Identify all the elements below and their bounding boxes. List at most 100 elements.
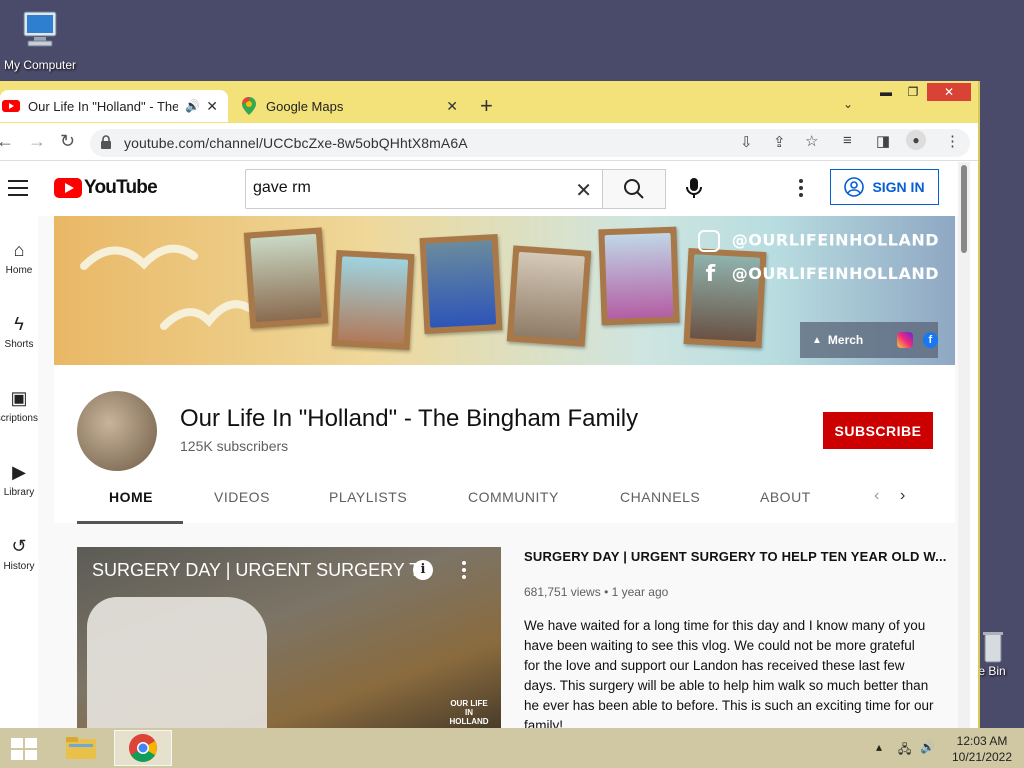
home-icon: ⌂ <box>13 240 25 260</box>
address-bar[interactable]: youtube.com/channel/UCCbcZxe-8w5obQHhtX8… <box>90 129 970 157</box>
browser-window: Our Life In "Holland" - The Bi 🔊 ✕ Googl… <box>0 81 980 728</box>
featured-video-player[interactable]: SURGERY DAY | URGENT SURGERY T... i OUR … <box>77 547 501 728</box>
chrome-taskbar-button[interactable] <box>114 730 172 766</box>
active-tab-indicator <box>77 521 183 524</box>
merch-link[interactable]: Merch <box>828 333 863 347</box>
side-panel-icon[interactable]: ◨ <box>876 132 890 150</box>
video-meta: 681,751 views • 1 year ago <box>524 585 668 599</box>
view-count: 681,751 views <box>524 585 601 599</box>
microphone-icon[interactable] <box>680 174 708 202</box>
search-input[interactable] <box>253 179 553 197</box>
maximize-button[interactable]: ❐ <box>902 83 924 101</box>
sidebar-item-subscriptions[interactable]: ▣ Subscriptions <box>0 388 38 424</box>
sidebar-item-history[interactable]: ↺ History <box>0 536 38 572</box>
channel-watermark: OUR LIFE IN HOLLAND <box>449 699 489 726</box>
tab-strip: Our Life In "Holland" - The Bi 🔊 ✕ Googl… <box>0 81 978 123</box>
forward-arrow-icon[interactable]: → <box>28 131 46 152</box>
sidebar-item-home[interactable]: ⌂ Home <box>0 240 38 276</box>
browser-toolbar: ← → ↻ youtube.com/channel/UCCbcZxe-8w5ob… <box>0 123 978 161</box>
tab-google-maps[interactable]: Google Maps ✕ <box>232 90 468 122</box>
family-photo-frame <box>243 227 329 329</box>
facebook-link-icon[interactable]: f <box>922 332 938 348</box>
family-photo-frame <box>506 245 592 347</box>
bird-doodle-icon <box>80 244 253 330</box>
tab-playlists[interactable]: PLAYLISTS <box>329 489 407 505</box>
sidebar-item-label: History <box>3 561 35 572</box>
page-scrollbar[interactable] <box>958 162 970 728</box>
minimize-button[interactable]: ▬ <box>875 83 897 101</box>
subscriptions-icon: ▣ <box>10 388 28 408</box>
computer-icon <box>18 8 62 52</box>
tab-title: Google Maps <box>266 98 344 114</box>
tab-community[interactable]: COMMUNITY <box>468 489 559 505</box>
back-arrow-icon[interactable]: ← <box>0 131 14 152</box>
my-computer-desktop-icon[interactable]: My Computer <box>0 8 80 72</box>
new-tab-button[interactable]: + <box>480 93 493 119</box>
youtube-sidebar: ⌂ Home ϟ Shorts ▣ Subscriptions ▶ Librar… <box>0 216 38 728</box>
sidebar-item-library[interactable]: ▶ Library <box>0 462 38 498</box>
windows-start-icon[interactable] <box>10 737 38 761</box>
network-icon[interactable]: 🖧 <box>898 740 911 761</box>
channel-avatar[interactable] <box>77 391 157 471</box>
tab-about[interactable]: ABOUT <box>760 489 811 505</box>
close-tab-icon[interactable]: ✕ <box>446 98 458 115</box>
youtube-logo[interactable]: YouTube <box>54 177 158 199</box>
media-controls-icon[interactable]: ≡ <box>843 132 852 149</box>
sidebar-item-label: Home <box>5 265 33 276</box>
account-icon <box>844 177 865 197</box>
tray-overflow-icon[interactable]: ▴ <box>876 740 882 754</box>
youtube-wordmark: YouTube <box>84 177 158 198</box>
file-explorer-taskbar-button[interactable] <box>52 730 110 766</box>
video-description: We have waited for a long time for this … <box>524 618 934 728</box>
tab-home[interactable]: HOME <box>109 489 153 505</box>
menu-icon[interactable] <box>8 180 28 201</box>
tab-youtube-channel[interactable]: Our Life In "Holland" - The Bi 🔊 ✕ <box>0 90 228 122</box>
youtube-header: YouTube ✕ SIGN IN <box>0 162 958 216</box>
tab-search-dropdown-icon[interactable]: ⌄ <box>843 97 853 111</box>
browser-menu-icon[interactable]: ⋮ <box>945 132 960 150</box>
bookmark-star-icon[interactable]: ☆ <box>805 132 818 150</box>
info-icon[interactable]: i <box>413 560 433 580</box>
close-window-button[interactable]: ✕ <box>927 83 971 101</box>
share-icon[interactable]: ⇪ <box>773 133 786 151</box>
sign-in-button[interactable]: SIGN IN <box>830 169 939 205</box>
tab-channels[interactable]: CHANNELS <box>620 489 700 505</box>
lock-icon <box>101 135 111 149</box>
shorts-icon: ϟ <box>14 314 24 334</box>
install-app-icon[interactable]: ⇩ <box>740 133 753 151</box>
channel-header: Our Life In "Holland" - The Bingham Fami… <box>54 365 955 524</box>
url-text: youtube.com/channel/UCCbcZxe-8w5obQHhtX8… <box>124 135 468 151</box>
channel-tabs: HOME VIDEOS PLAYLISTS COMMUNITY CHANNELS… <box>54 483 955 524</box>
sidebar-item-label: Library <box>3 487 35 498</box>
folder-icon <box>66 737 96 759</box>
video-title[interactable]: SURGERY DAY | URGENT SURGERY TO HELP TEN… <box>524 549 947 564</box>
video-more-icon[interactable] <box>461 561 467 582</box>
clear-search-icon[interactable]: ✕ <box>575 178 592 203</box>
volume-icon[interactable]: 🔊 <box>920 740 935 754</box>
reload-icon[interactable]: ↻ <box>60 131 75 152</box>
search-button[interactable] <box>602 169 666 209</box>
instagram-handle: @OURLIFEINHOLLAND <box>697 230 939 252</box>
close-tab-icon[interactable]: ✕ <box>206 98 218 115</box>
instagram-icon <box>697 230 720 252</box>
speaker-icon[interactable]: 🔊 <box>185 99 200 113</box>
scrollbar-thumb[interactable] <box>961 165 967 253</box>
tab-title: Our Life In "Holland" - The Bi <box>28 98 178 114</box>
sidebar-item-shorts[interactable]: ϟ Shorts <box>0 314 38 350</box>
google-maps-favicon-icon <box>242 97 256 115</box>
channel-name: Our Life In "Holland" - The Bingham Fami… <box>180 405 639 432</box>
recycle-bin-icon <box>982 630 1004 664</box>
tabs-scroll-right-icon[interactable]: › <box>900 487 905 505</box>
family-photo-frame <box>331 250 415 350</box>
family-photo-frame <box>419 234 503 334</box>
instagram-link-icon[interactable] <box>897 332 913 348</box>
settings-more-icon[interactable] <box>797 179 805 200</box>
subscribe-button[interactable]: SUBSCRIBE <box>823 412 933 449</box>
banner-links: ▲ Merch f <box>800 322 938 358</box>
meta-separator: • <box>604 585 612 599</box>
tab-videos[interactable]: VIDEOS <box>214 489 270 505</box>
system-clock[interactable]: 12:03 AM 10/21/2022 <box>940 733 1024 765</box>
profile-icon[interactable]: ● <box>906 130 926 150</box>
tabs-scroll-left-icon[interactable]: ‹ <box>874 487 879 505</box>
facebook-icon: f <box>705 262 716 287</box>
